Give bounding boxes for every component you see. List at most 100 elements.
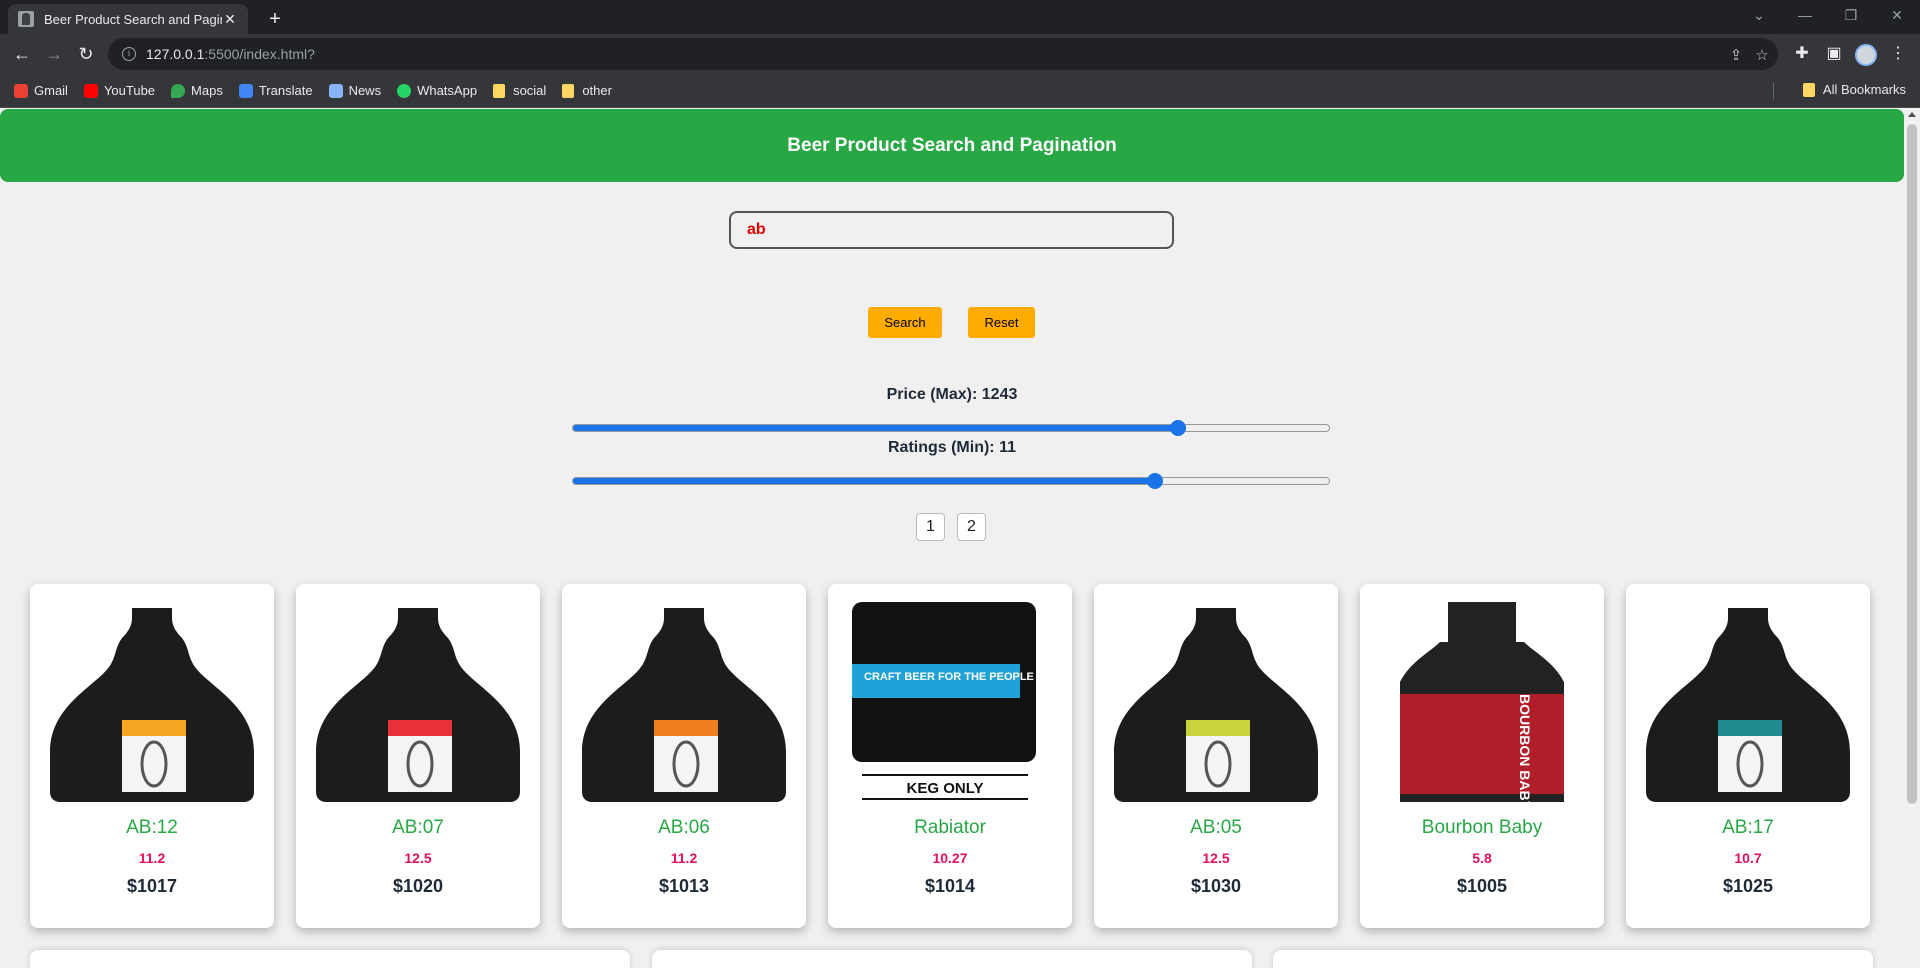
- bookmark-whatsapp[interactable]: WhatsApp: [397, 83, 477, 98]
- browser-tab[interactable]: Beer Product Search and Paginat ✕: [8, 4, 248, 34]
- bookmark-label: WhatsApp: [417, 83, 478, 98]
- keg-only-label: KEG ONLY: [907, 780, 984, 797]
- close-window-icon[interactable]: ✕: [1874, 0, 1920, 30]
- all-bookmarks-button[interactable]: All Bookmarks: [1772, 82, 1906, 100]
- bookmark-folder-other[interactable]: other: [562, 83, 612, 98]
- keg-image: CRAFT BEER FOR THE PEOPLE KEG ONLY: [852, 602, 1036, 800]
- share-icon[interactable]: ⇪: [1724, 44, 1748, 68]
- page-button-1[interactable]: 1: [916, 513, 945, 541]
- scrollbar-thumb[interactable]: [1907, 124, 1917, 804]
- price-slider[interactable]: [572, 420, 1330, 436]
- product-price: $1017: [126, 876, 178, 896]
- product-card[interactable]: AB:05 12.5 $1030: [1094, 584, 1338, 928]
- product-name[interactable]: AB:05: [1094, 817, 1338, 839]
- keg-tagline: CRAFT BEER FOR THE PEOPLE: [864, 671, 1034, 683]
- product-card[interactable]: [652, 950, 1252, 968]
- bottle-label-text: BOURBON BABY: [1517, 694, 1533, 802]
- product-price: $1013: [658, 876, 710, 896]
- tall-bottle-image: BOURBON BABY: [1400, 602, 1564, 802]
- new-tab-button[interactable]: +: [262, 6, 288, 32]
- product-rating: 11.2: [670, 850, 698, 866]
- search-button[interactable]: Search: [868, 307, 942, 338]
- reload-icon[interactable]: ↻: [72, 40, 100, 68]
- page-scrollbar[interactable]: [1904, 108, 1920, 968]
- folder-icon: [562, 83, 575, 98]
- site-info-icon[interactable]: i: [122, 47, 136, 61]
- product-name[interactable]: AB:17: [1626, 817, 1870, 839]
- gmail-icon: [14, 83, 28, 98]
- tab-title: Beer Product Search and Paginat: [44, 11, 222, 27]
- bookmark-gmail[interactable]: Gmail: [14, 83, 68, 98]
- product-rating: 12.5: [1202, 850, 1230, 866]
- browser-toolbar: ← → ↻ i 127.0.0.1:5500/index.html? ⇪ ☆ ✚…: [0, 34, 1920, 74]
- product-price: $1014: [924, 876, 976, 896]
- product-rating: 5.8: [1472, 850, 1492, 866]
- product-rating: 10.7: [1734, 850, 1762, 866]
- address-bar[interactable]: i 127.0.0.1:5500/index.html? ⇪ ☆: [108, 38, 1778, 70]
- page-viewport: Beer Product Search and Pagination Searc…: [0, 108, 1920, 968]
- ratings-slider-thumb[interactable]: [1147, 473, 1164, 489]
- beer-bottle-image: [582, 608, 786, 802]
- product-card[interactable]: AB:06 11.2 $1013: [562, 584, 806, 928]
- bookmarks-bar: Gmail YouTube Maps Translate News WhatsA…: [0, 74, 1920, 108]
- bookmark-label: Gmail: [34, 83, 68, 98]
- bookmark-star-icon[interactable]: ☆: [1750, 44, 1774, 68]
- product-rating: 12.5: [404, 850, 432, 866]
- folder-icon: [1802, 82, 1815, 97]
- bookmark-maps[interactable]: Maps: [171, 83, 223, 98]
- tab-close-icon[interactable]: ✕: [222, 11, 238, 28]
- folder-label: social: [513, 83, 547, 98]
- product-card[interactable]: CRAFT BEER FOR THE PEOPLE KEG ONLY Rabiato…: [828, 584, 1072, 928]
- browser-tab-strip: Beer Product Search and Paginat ✕ + ⌄ — …: [0, 0, 1920, 34]
- bookmark-youtube[interactable]: YouTube: [83, 83, 155, 98]
- product-price: $1005: [1456, 876, 1508, 896]
- bookmark-label: Translate: [258, 83, 313, 98]
- product-name[interactable]: Rabiator: [828, 817, 1072, 839]
- tab-search-chevron-icon[interactable]: ⌄: [1736, 0, 1782, 30]
- beer-bottle-image: [316, 608, 520, 802]
- product-price: $1020: [392, 876, 444, 896]
- profile-avatar[interactable]: [1855, 44, 1877, 66]
- product-card[interactable]: AB:07 12.5 $1020: [296, 584, 540, 928]
- price-slider-fill: [573, 425, 1178, 431]
- restore-icon[interactable]: ❐: [1828, 0, 1874, 30]
- all-bookmarks-label: All Bookmarks: [1822, 82, 1906, 97]
- product-price: $1025: [1722, 876, 1774, 896]
- product-price: $1030: [1190, 876, 1242, 896]
- bookmark-news[interactable]: News: [328, 83, 381, 98]
- side-panel-icon[interactable]: ▣: [1822, 42, 1846, 66]
- product-card[interactable]: AB:12 11.2 $1017: [30, 584, 274, 928]
- ratings-slider[interactable]: [572, 473, 1330, 489]
- product-card[interactable]: [30, 950, 630, 968]
- product-rating: 10.27: [932, 850, 968, 866]
- bookmark-label: Maps: [191, 83, 223, 98]
- back-icon[interactable]: ←: [8, 40, 36, 68]
- folder-icon: [493, 83, 506, 98]
- translate-icon: [238, 83, 253, 98]
- youtube-icon: [83, 83, 98, 98]
- price-slider-label: Price (Max): 1243: [886, 386, 1018, 403]
- product-name[interactable]: AB:12: [30, 817, 274, 839]
- product-card[interactable]: BOURBON BABY Bourbon Baby 5.8 $1005: [1360, 584, 1604, 928]
- product-card[interactable]: [1273, 950, 1873, 968]
- menu-kebab-icon[interactable]: ⋮: [1886, 42, 1910, 66]
- search-input[interactable]: [729, 211, 1174, 249]
- scroll-up-arrow-icon[interactable]: [1908, 112, 1916, 117]
- page-button-2[interactable]: 2: [957, 513, 986, 541]
- reset-button[interactable]: Reset: [968, 307, 1035, 338]
- bookmark-folder-social[interactable]: social: [493, 83, 546, 98]
- beer-bottle-image: [50, 608, 254, 802]
- ratings-slider-fill: [573, 478, 1156, 484]
- extensions-icon[interactable]: ✚: [1790, 42, 1814, 66]
- product-name[interactable]: AB:06: [562, 817, 806, 839]
- product-rating: 11.2: [138, 850, 166, 866]
- product-name[interactable]: AB:07: [296, 817, 540, 839]
- news-icon: [328, 83, 343, 98]
- product-name[interactable]: Bourbon Baby: [1360, 817, 1604, 839]
- minimize-icon[interactable]: —: [1782, 0, 1828, 30]
- product-card[interactable]: AB:17 10.7 $1025: [1626, 584, 1870, 928]
- price-slider-thumb[interactable]: [1169, 420, 1186, 436]
- bookmark-translate[interactable]: Translate: [238, 83, 313, 98]
- beer-bottle-image: [1646, 608, 1850, 802]
- forward-icon[interactable]: →: [40, 40, 68, 68]
